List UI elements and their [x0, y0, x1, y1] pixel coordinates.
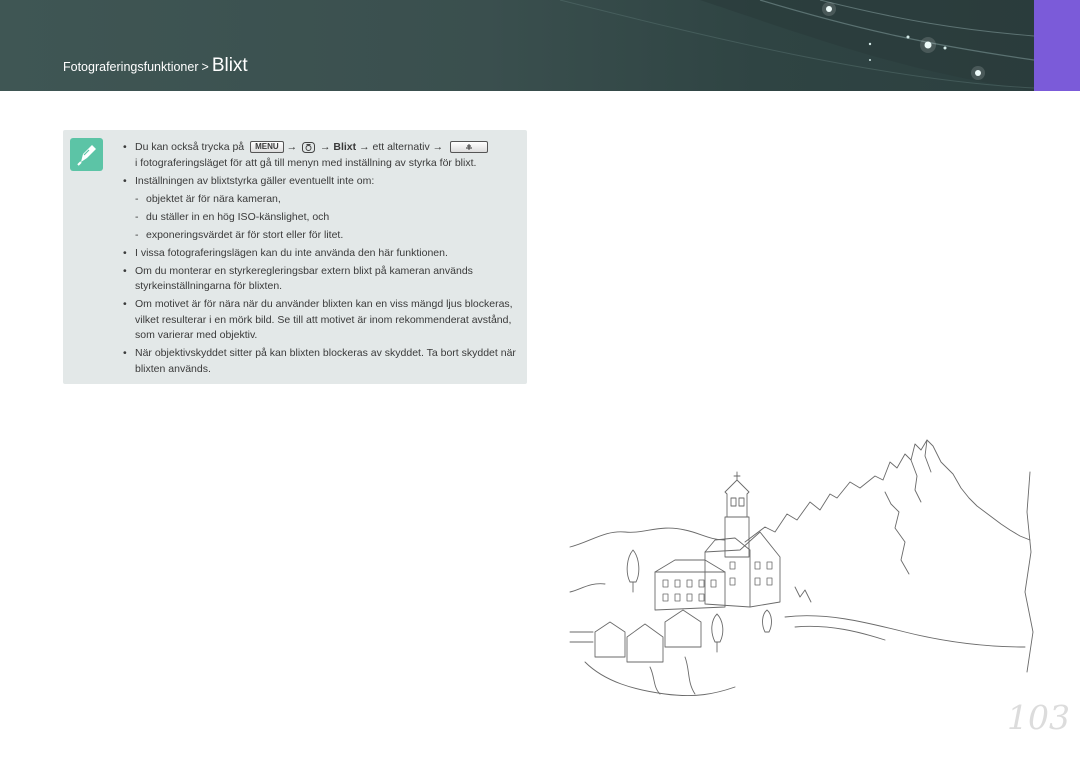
sub-list-item: exponeringsvärdet är för stort eller för… [123, 228, 518, 244]
list-item: I vissa fotograferingslägen kan du inte … [123, 246, 518, 262]
pencil-note-icon [70, 138, 103, 171]
note-list: Du kan också trycka på MENU→ → Blixt → e… [123, 140, 518, 380]
page-number: 103 [1007, 698, 1070, 737]
list-item: När objektivskyddet sitter på kan blixte… [123, 346, 518, 377]
breadcrumb-section: Fotograferingsfunktioner [63, 60, 199, 74]
menu-button-icon: MENU [250, 141, 284, 154]
breadcrumb-separator: > [201, 60, 209, 74]
note-box: Du kan också trycka på MENU→ → Blixt → e… [63, 130, 527, 384]
list-item: Du kan också trycka på MENU→ → Blixt → e… [123, 140, 518, 171]
list-item: Om motivet är för nära när du använder b… [123, 297, 518, 344]
sub-list-item: du ställer in en hög ISO-känslighet, och [123, 210, 518, 226]
flash-button-icon [450, 141, 489, 154]
header-decoration [559, 0, 1035, 91]
landscape-illustration [569, 439, 1034, 696]
list-item: Om du monterar en styrkeregleringsbar ex… [123, 264, 518, 295]
camera-mode-icon [302, 141, 316, 153]
sub-list-item: objektet är för nära kameran, [123, 192, 518, 208]
page-title: Blixt [211, 55, 248, 76]
chapter-tab [1034, 0, 1080, 91]
page-header: Fotograferingsfunktioner > Blixt [0, 0, 1080, 91]
list-item: Inställningen av blixtstyrka gäller even… [123, 174, 518, 190]
breadcrumb: Fotograferingsfunktioner > Blixt [63, 55, 248, 77]
